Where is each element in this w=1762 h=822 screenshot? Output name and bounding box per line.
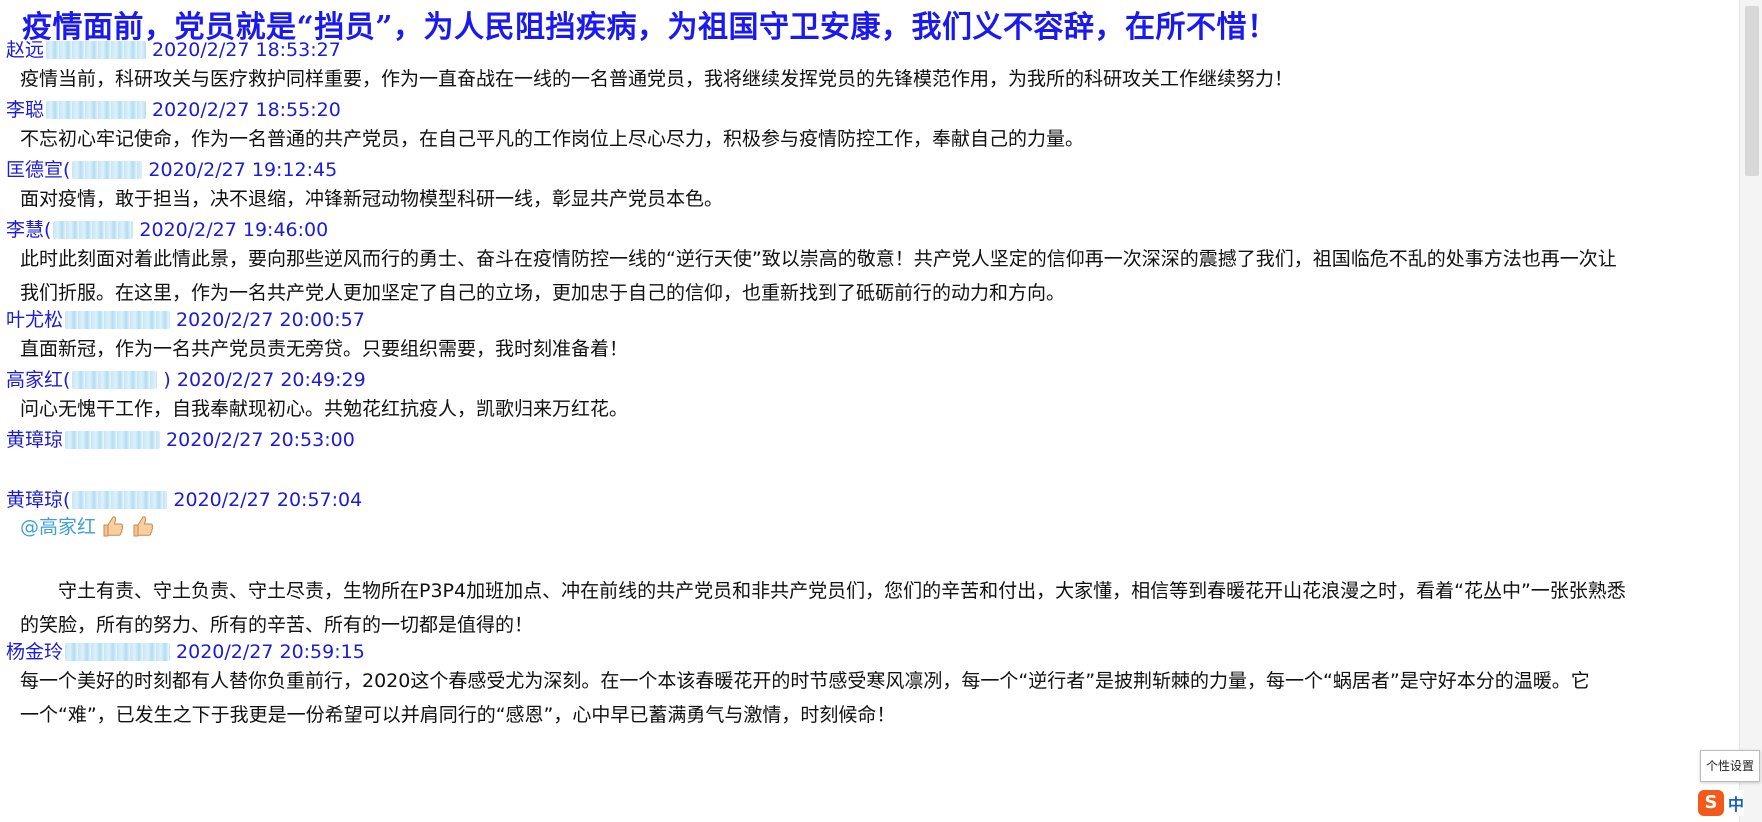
timestamp: 2020/2/27 18:53:27 bbox=[152, 39, 341, 61]
timestamp: 2020/2/27 18:55:20 bbox=[152, 99, 341, 121]
message-line: 疫情当前，科研攻关与医疗救护同样重要，作为一直奋战在一线的一名普通党员，我将继续… bbox=[20, 68, 1294, 90]
mention-link[interactable]: @高家红 bbox=[20, 512, 96, 539]
timestamp: ) 2020/2/27 20:49:29 bbox=[163, 369, 366, 391]
message-body-continued: 的笑脸，所有的努力、所有的辛苦、所有的一切都是值得的！ bbox=[20, 608, 1720, 642]
redacted-id bbox=[72, 491, 168, 509]
message-body: 直面新冠，作为一名共产党员责无旁贷。只要组织需要，我时刻准备着！ bbox=[20, 332, 1720, 366]
message-line: 面对疫情，敢于担当，决不退缩，冲锋新冠动物模型科研一线，彰显共产党员本色。 bbox=[20, 188, 724, 210]
message-line: 不忘初心牢记使命，作为一名普通的共产党员，在自己平凡的工作岗位上尽心尽力，积极参… bbox=[20, 128, 1085, 150]
message-line: 的笑脸，所有的努力、所有的辛苦、所有的一切都是值得的！ bbox=[20, 614, 534, 636]
message-header: 黄璋琼( 2020/2/27 20:57:04 bbox=[6, 488, 362, 512]
timestamp: 2020/2/27 19:46:00 bbox=[139, 219, 329, 241]
message-body: 守土有责、守土负责、守土尽责，生物所在P3P4加班加点、冲在前线的共产党员和非共… bbox=[20, 574, 1720, 608]
redacted-id bbox=[72, 371, 158, 389]
author-name: 叶尤松 bbox=[6, 309, 64, 331]
author-name: 赵远 bbox=[6, 39, 45, 61]
message-body: 不忘初心牢记使命，作为一名普通的共产党员，在自己平凡的工作岗位上尽心尽力，积极参… bbox=[20, 122, 1720, 156]
author-name: 李慧( bbox=[6, 219, 52, 241]
vertical-scrollbar[interactable] bbox=[1739, 0, 1762, 822]
ime-language-toggle[interactable]: 中 bbox=[1728, 791, 1744, 815]
author-name: 杨金玲 bbox=[6, 641, 64, 663]
redacted-id bbox=[65, 431, 161, 449]
thumbs-up-icon bbox=[100, 513, 126, 539]
redacted-id bbox=[72, 161, 143, 179]
timestamp: 2020/2/27 19:12:45 bbox=[148, 159, 338, 181]
message-header: 李慧( 2020/2/27 19:46:00 bbox=[6, 218, 328, 242]
message-line: 我们折服。在这里，作为一名共产党人更加坚定了自己的立场，更加忠于自己的信仰，也重… bbox=[20, 282, 1066, 304]
timestamp: 2020/2/27 20:57:04 bbox=[173, 489, 363, 511]
redacted-id bbox=[46, 101, 147, 119]
message-body: 此时此刻面对着此情此景，要向那些逆风而行的勇士、奋斗在疫情防控一线的“逆行天使”… bbox=[20, 242, 1720, 310]
message-body: 面对疫情，敢于担当，决不退缩，冲锋新冠动物模型科研一线，彰显共产党员本色。 bbox=[20, 182, 1720, 216]
message-body: 每一个美好的时刻都有人替你负重前行，2020这个春感受尤为深刻。在一个本该春暖花… bbox=[20, 664, 1720, 732]
message-line: 此时此刻面对着此情此景，要向那些逆风而行的勇士、奋斗在疫情防控一线的“逆行天使”… bbox=[20, 248, 1617, 270]
timestamp: 2020/2/27 20:59:15 bbox=[176, 641, 365, 663]
message-header: 叶尤松 2020/2/27 20:00:57 bbox=[6, 308, 365, 332]
author-name: 匡德宣( bbox=[6, 159, 71, 181]
message-line: 问心无愧干工作，自我奉献现初心。共勉花红抗疫人，凯歌归来万红花。 bbox=[20, 398, 629, 420]
message-header: 高家红( ) 2020/2/27 20:49:29 bbox=[6, 368, 366, 392]
message-header: 李聪 2020/2/27 18:55:20 bbox=[6, 98, 341, 122]
redacted-id bbox=[65, 311, 171, 329]
message-header: 赵远 2020/2/27 18:53:27 bbox=[6, 38, 341, 62]
sogou-logo-icon[interactable]: S bbox=[1697, 790, 1724, 816]
message-line: 每一个美好的时刻都有人替你负重前行，2020这个春感受尤为深刻。在一个本该春暖花… bbox=[20, 670, 1590, 692]
ime-toolbar[interactable]: S 中 bbox=[1697, 790, 1744, 816]
message-line: 直面新冠，作为一名共产党员责无旁贷。只要组织需要，我时刻准备着！ bbox=[20, 338, 629, 360]
message-body: @高家红 bbox=[20, 512, 156, 539]
author-name: 李聪 bbox=[6, 99, 45, 121]
message-body: 问心无愧干工作，自我奉献现初心。共勉花红抗疫人，凯歌归来万红花。 bbox=[20, 392, 1720, 426]
message-header: 黄璋琼 2020/2/27 20:53:00 bbox=[6, 428, 355, 452]
message-body: 疫情当前，科研攻关与医疗救护同样重要，作为一直奋战在一线的一名普通党员，我将继续… bbox=[20, 62, 1720, 96]
message-line: 守土有责、守土负责、守土尽责，生物所在P3P4加班加点、冲在前线的共产党员和非共… bbox=[58, 580, 1626, 602]
scrollbar-thumb[interactable] bbox=[1745, 6, 1759, 176]
redacted-id bbox=[65, 643, 171, 661]
author-name: 高家红( bbox=[6, 369, 71, 391]
redacted-id bbox=[46, 41, 147, 59]
message-header: 杨金玲 2020/2/27 20:59:15 bbox=[6, 640, 365, 664]
message-line: 一个“难”，已发生之下于我更是一份希望可以并肩同行的“感恩”，心中早已蓄满勇气与… bbox=[20, 704, 896, 726]
author-name: 黄璋琼 bbox=[6, 429, 64, 451]
chat-transcript: 疫情面前，党员就是“挡员”，为人民阻挡疾病，为祖国守卫安康，我们义不容辞，在所不… bbox=[0, 0, 1740, 822]
author-name: 黄璋琼( bbox=[6, 489, 71, 511]
thumbs-up-icon bbox=[130, 513, 156, 539]
ime-settings-tooltip: 个性设置 bbox=[1700, 750, 1760, 782]
timestamp: 2020/2/27 20:53:00 bbox=[166, 429, 355, 451]
timestamp: 2020/2/27 20:00:57 bbox=[176, 309, 365, 331]
redacted-id bbox=[53, 221, 134, 239]
message-header: 匡德宣( 2020/2/27 19:12:45 bbox=[6, 158, 337, 182]
